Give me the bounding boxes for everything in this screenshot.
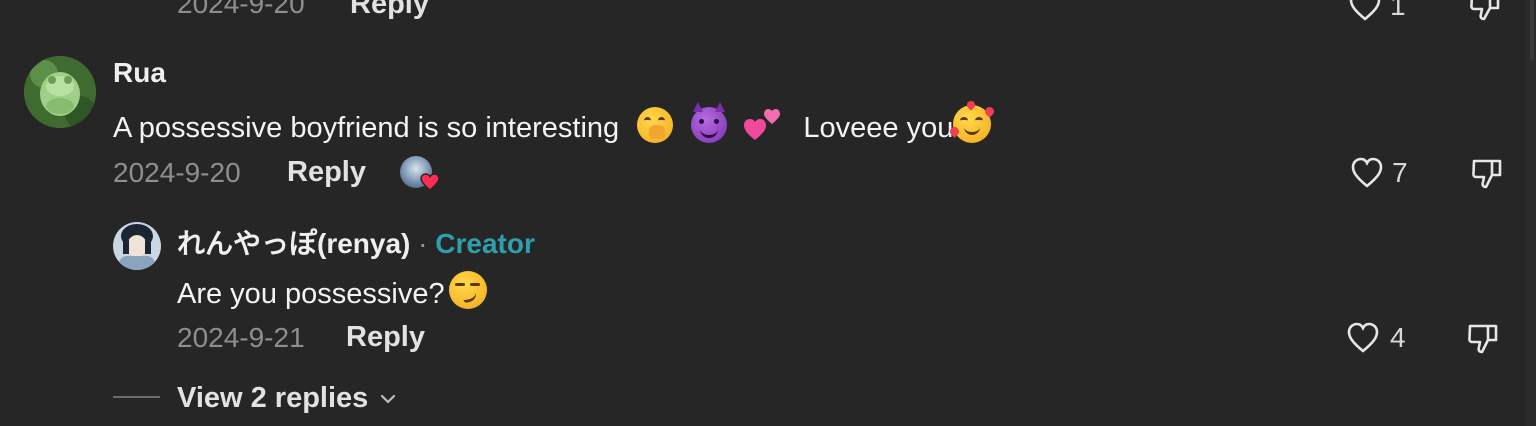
reply-text-part: Are you possessive? — [177, 278, 445, 310]
creator-badge: Creator — [435, 228, 535, 259]
prev-comment-like-count: 1 — [1390, 0, 1406, 21]
creator-liked-avatar — [400, 156, 440, 191]
two-hearts-emoji — [743, 107, 783, 143]
person-avatar-image — [113, 222, 161, 270]
reply-author-username[interactable]: れんやっぽ(renya) — [177, 228, 410, 259]
heart-icon — [420, 172, 440, 192]
view-replies-label: View 2 replies — [177, 382, 369, 414]
reply-like-icon[interactable] — [1346, 322, 1380, 354]
reply-dislike-icon[interactable] — [1466, 322, 1500, 356]
smiling-face-with-hearts-emoji — [948, 99, 997, 143]
commenter-username[interactable]: Rua — [113, 57, 166, 89]
smirking-face-emoji — [448, 271, 487, 309]
view-replies-divider — [113, 396, 160, 398]
reply-date: 2024-9-21 — [177, 322, 305, 353]
commenter-avatar[interactable] — [24, 56, 96, 128]
smiling-devil-emoji — [691, 102, 728, 143]
comment-text-part: A possessive boyfriend is so interesting — [113, 112, 620, 144]
comment-dislike-icon[interactable] — [1470, 157, 1504, 191]
reply-reply-button[interactable]: Reply — [346, 321, 425, 354]
scrollbar-track[interactable] — [1526, 0, 1536, 426]
comment-text-part: Loveee you — [803, 112, 954, 144]
comment-date: 2024-9-20 — [113, 157, 241, 188]
prev-comment-date: 2024-9-20 — [177, 0, 305, 19]
comment-like-icon[interactable] — [1350, 157, 1384, 189]
comments-panel: 2024-9-20 Reply 1 Rua A possessive boyfr… — [0, 0, 1536, 426]
prev-comment-like-icon[interactable] — [1348, 0, 1382, 22]
separator-dot: · — [418, 228, 428, 259]
comment-text: A possessive boyfriend is so interesting… — [113, 99, 997, 145]
prev-comment-dislike-icon[interactable] — [1468, 0, 1502, 22]
comment-like-count: 7 — [1392, 157, 1408, 188]
reply-author-header: れんやっぽ(renya) · Creator — [177, 222, 535, 262]
comment-reply-button[interactable]: Reply — [287, 156, 366, 189]
chevron-down-icon — [380, 379, 396, 412]
prev-comment-reply-button[interactable]: Reply — [350, 0, 429, 21]
view-replies-button[interactable]: View 2 replies — [177, 379, 396, 415]
scrollbar-thumb[interactable] — [1530, 0, 1534, 60]
reply-author-avatar[interactable] — [113, 222, 161, 270]
reply-like-count: 4 — [1390, 322, 1406, 353]
hand-over-mouth-emoji — [637, 107, 674, 143]
frog-avatar-image — [24, 56, 96, 128]
reply-text: Are you possessive? — [177, 271, 487, 311]
